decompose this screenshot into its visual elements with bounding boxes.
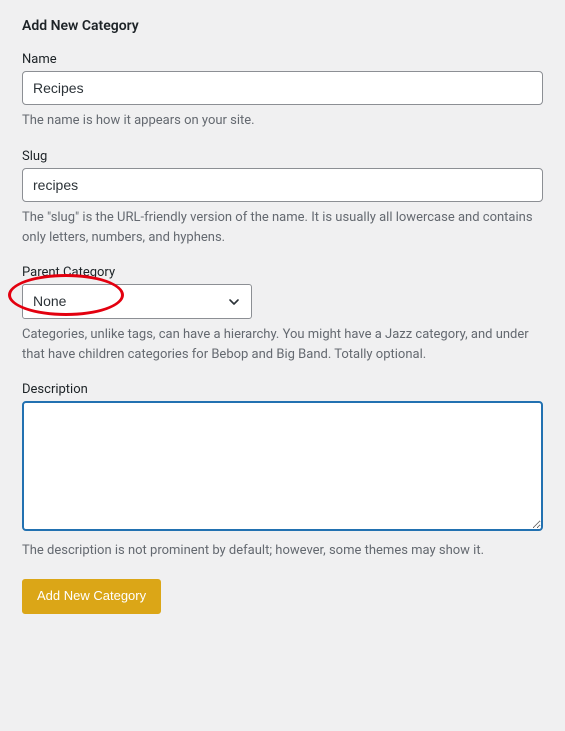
name-field: Name The name is how it appears on your … [22, 52, 543, 131]
parent-select[interactable]: None [22, 284, 252, 319]
parent-hint: Categories, unlike tags, can have a hier… [22, 325, 543, 364]
page-title: Add New Category [22, 18, 543, 34]
description-hint: The description is not prominent by defa… [22, 541, 543, 561]
name-hint: The name is how it appears on your site. [22, 111, 543, 131]
slug-label: Slug [22, 149, 543, 164]
description-field: Description The description is not promi… [22, 382, 543, 561]
parent-label: Parent Category [22, 265, 543, 280]
slug-hint: The "slug" is the URL-friendly version o… [22, 208, 543, 247]
description-label: Description [22, 382, 543, 397]
parent-field: Parent Category None Categories, unlike … [22, 265, 543, 364]
slug-input[interactable] [22, 168, 543, 202]
slug-field: Slug The "slug" is the URL-friendly vers… [22, 149, 543, 247]
add-new-category-button[interactable]: Add New Category [22, 579, 161, 614]
name-label: Name [22, 52, 543, 67]
description-textarea[interactable] [22, 401, 543, 531]
name-input[interactable] [22, 71, 543, 105]
